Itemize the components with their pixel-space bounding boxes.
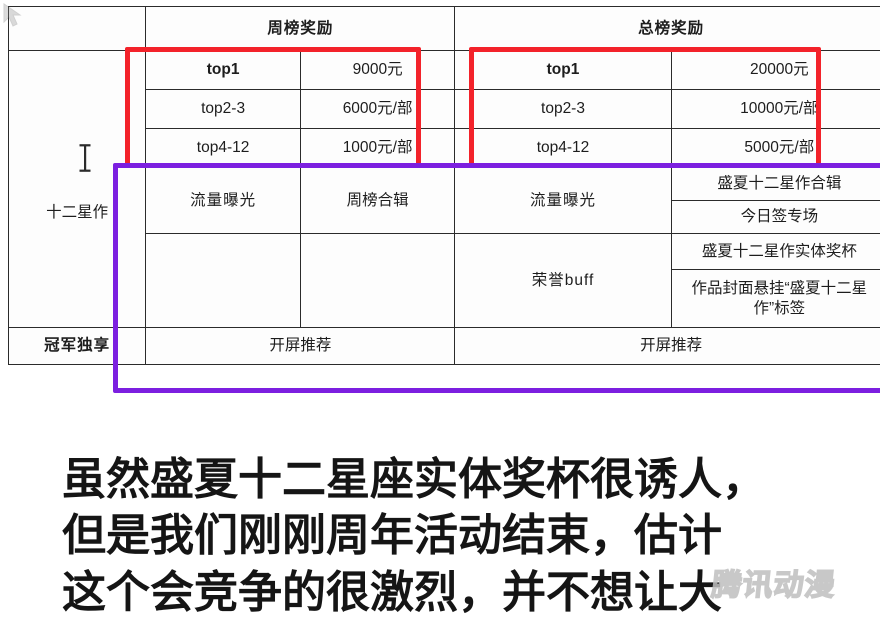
page-root: 周榜奖励 总榜奖励 十二星作 top1 9000元 top1 20000元 to… <box>0 0 880 619</box>
row-label-champion: 冠军独享 <box>7 327 147 365</box>
weekly-rank-0: top1 <box>145 50 301 90</box>
total-amount-2: 5000元/部 <box>670 128 880 168</box>
weekly-rank-1: top2-3 <box>145 89 301 129</box>
weekly-honor-value <box>299 233 456 328</box>
watermark-label: 腾讯动漫 <box>709 567 838 604</box>
header-total-reward: 总榜奖励 <box>454 6 880 51</box>
weekly-flow-value: 周榜合辑 <box>299 167 456 234</box>
total-flow-value-0: 盛夏十二星作合辑 <box>670 167 880 201</box>
header-weekly-reward: 周榜奖励 <box>145 6 456 51</box>
total-rank-0: top1 <box>454 50 672 90</box>
table-header-row: 周榜奖励 总榜奖励 <box>7 6 880 51</box>
total-flow-label: 流量曝光 <box>454 167 672 234</box>
cursor-arrow-icon <box>3 3 22 27</box>
weekly-honor-label <box>145 233 301 328</box>
table-row-champion: 冠军独享 开屏推荐 开屏推荐 <box>7 327 880 365</box>
total-amount-0: 20000元 <box>670 50 880 90</box>
reward-table-region: 周榜奖励 总榜奖励 十二星作 top1 9000元 top1 20000元 to… <box>0 0 880 400</box>
total-honor-label: 荣誉buff <box>454 233 672 328</box>
champion-total-value: 开屏推荐 <box>454 327 880 365</box>
table-row: 十二星作 top1 9000元 top1 20000元 <box>7 50 880 328</box>
weekly-flow-label: 流量曝光 <box>145 167 301 234</box>
total-rank-2: top4-12 <box>454 128 672 168</box>
weekly-amount-1: 6000元/部 <box>299 89 456 129</box>
reward-table: 周榜奖励 总榜奖励 十二星作 top1 9000元 top1 20000元 to… <box>7 6 880 365</box>
row-label-program: 十二星作 <box>7 50 147 328</box>
weekly-amount-0: 9000元 <box>299 50 456 90</box>
text-ibeam-cursor <box>79 144 91 172</box>
weekly-rank-2: top4-12 <box>145 128 301 168</box>
total-honor-value-1: 作品封面悬挂“盛夏十二星作”标签 <box>670 269 880 328</box>
total-rank-1: top2-3 <box>454 89 672 129</box>
champion-weekly-value: 开屏推荐 <box>145 327 456 365</box>
total-flow-value-1: 今日签专场 <box>670 200 880 234</box>
weekly-amount-2: 1000元/部 <box>299 128 456 168</box>
total-amount-1: 10000元/部 <box>670 89 880 129</box>
total-honor-value-0: 盛夏十二星作实体奖杯 <box>670 233 880 270</box>
